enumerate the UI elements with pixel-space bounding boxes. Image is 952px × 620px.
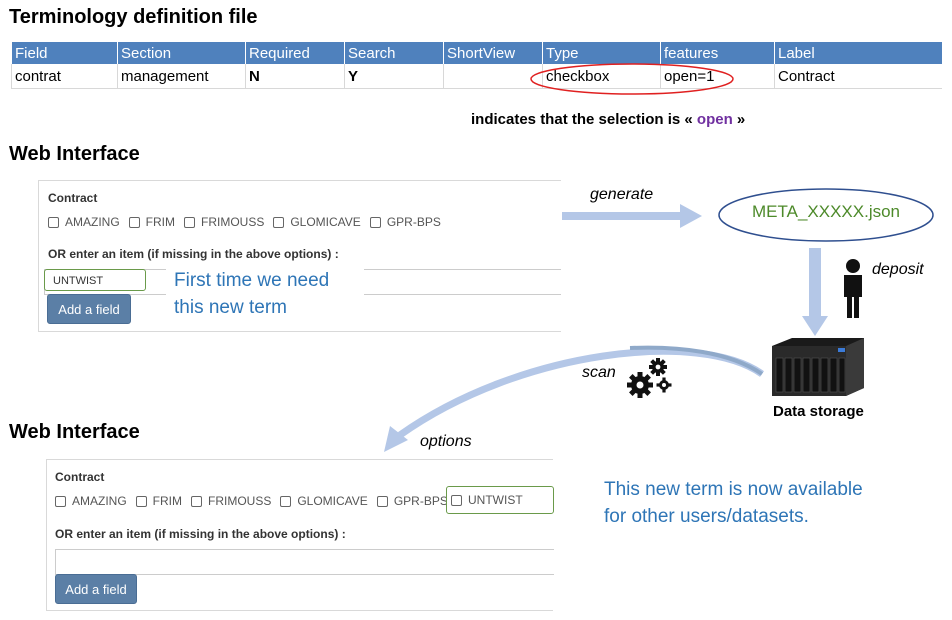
scan-label: scan xyxy=(582,364,616,381)
option-label: AMAZING xyxy=(65,215,120,229)
checkbox-icon[interactable] xyxy=(451,494,462,506)
option-glomicave[interactable]: GLOMICAVE xyxy=(280,494,368,508)
json-file-label: META_XXXXX.json xyxy=(751,202,901,221)
checkbox-icon[interactable] xyxy=(128,216,140,228)
available-note: This new term is now available for other… xyxy=(604,476,863,530)
checkbox-icon[interactable] xyxy=(280,495,292,507)
available-line-2: for other users/datasets. xyxy=(604,506,809,527)
web-interface-title-2: Web Interface xyxy=(9,421,140,443)
table-row: contrat management N Y checkbox open=1 C… xyxy=(11,64,942,89)
available-line-1: This new term is now available xyxy=(604,479,863,500)
cell-field: contrat xyxy=(11,64,118,89)
or-enter-label-1: OR enter an item (if missing in the abov… xyxy=(48,247,339,261)
option-untwist[interactable]: UNTWIST xyxy=(446,486,554,514)
checkbox-icon[interactable] xyxy=(369,216,381,228)
contract-options-2: AMAZING FRIM FRIMOUSS GLOMICAVE GPR-BPS xyxy=(55,494,457,508)
checkbox-icon[interactable] xyxy=(273,216,285,228)
option-frimouss[interactable]: FRIMOUSS xyxy=(184,215,264,229)
callout-box: First time we need this new term xyxy=(166,267,364,327)
cell-section: management xyxy=(117,64,246,89)
cell-required: N xyxy=(245,64,345,89)
option-label: GPR-BPS xyxy=(386,215,441,229)
open-note-suffix: » xyxy=(732,111,746,128)
header-search: Search xyxy=(344,42,444,64)
option-glomicave[interactable]: GLOMICAVE xyxy=(273,215,361,229)
option-amazing[interactable]: AMAZING xyxy=(55,494,127,508)
checkbox-icon[interactable] xyxy=(48,216,59,228)
terminology-table: Field Section Required Search ShortView … xyxy=(11,42,942,89)
option-gpr-bps[interactable]: GPR-BPS xyxy=(369,215,441,229)
option-label: FRIMOUSS xyxy=(201,215,265,229)
option-frim[interactable]: FRIM xyxy=(128,215,175,229)
item-input-2[interactable] xyxy=(55,549,554,575)
option-label: GLOMICAVE xyxy=(290,215,361,229)
table-header-row: Field Section Required Search ShortView … xyxy=(11,42,942,64)
web-interface-title-1: Web Interface xyxy=(9,143,140,165)
checkbox-icon[interactable] xyxy=(135,495,147,507)
options-label: options xyxy=(420,433,472,450)
checkbox-icon[interactable] xyxy=(55,495,66,507)
callout-line-2: this new term xyxy=(174,297,287,318)
nas-server-icon xyxy=(772,338,864,396)
add-field-button-2[interactable]: Add a field xyxy=(55,574,137,604)
highlight-ellipse xyxy=(530,63,734,95)
open-note: indicates that the selection is « open » xyxy=(471,111,745,128)
untwist-entry[interactable]: UNTWIST xyxy=(44,269,146,291)
option-label: FRIM xyxy=(152,494,182,508)
option-label: AMAZING xyxy=(72,494,127,508)
header-label: Label xyxy=(774,42,942,64)
gears-icon xyxy=(627,358,672,398)
add-field-button-1[interactable]: Add a field xyxy=(47,294,131,324)
cell-search: Y xyxy=(344,64,444,89)
option-label: FRIM xyxy=(145,215,175,229)
web-form-2: Contract AMAZING FRIM FRIMOUSS GLOMICAVE… xyxy=(46,459,554,611)
header-field: Field xyxy=(11,42,118,64)
header-section: Section xyxy=(117,42,246,64)
deposit-label: deposit xyxy=(872,261,924,278)
contract-options-1: AMAZING FRIM FRIMOUSS GLOMICAVE GPR-BPS xyxy=(48,215,450,229)
option-label: GLOMICAVE xyxy=(297,494,368,508)
deposit-arrow xyxy=(802,248,828,336)
checkbox-icon[interactable] xyxy=(184,216,195,228)
header-required: Required xyxy=(245,42,345,64)
terminology-title: Terminology definition file xyxy=(9,6,258,28)
contract-label-1: Contract xyxy=(48,191,98,205)
option-label: UNTWIST xyxy=(468,493,523,507)
checkbox-icon[interactable] xyxy=(191,495,202,507)
option-label: FRIMOUSS xyxy=(208,494,272,508)
option-label: GPR-BPS xyxy=(393,494,448,508)
or-enter-label-2: OR enter an item (if missing in the abov… xyxy=(55,527,346,541)
contract-label-2: Contract xyxy=(55,470,105,484)
person-icon xyxy=(844,259,862,318)
checkbox-icon[interactable] xyxy=(376,495,388,507)
open-note-prefix: indicates that the selection is « xyxy=(471,111,697,128)
storage-label: Data storage xyxy=(773,403,864,420)
generate-arrow xyxy=(562,204,702,228)
option-amazing[interactable]: AMAZING xyxy=(48,215,120,229)
web-form-1: Contract AMAZING FRIM FRIMOUSS GLOMICAVE… xyxy=(38,180,561,332)
option-frim[interactable]: FRIM xyxy=(135,494,182,508)
open-note-word: open xyxy=(696,111,733,128)
callout-line-1: First time we need xyxy=(174,270,330,291)
option-frimouss[interactable]: FRIMOUSS xyxy=(191,494,271,508)
cell-label: Contract xyxy=(774,64,942,89)
option-gpr-bps[interactable]: GPR-BPS xyxy=(376,494,448,508)
